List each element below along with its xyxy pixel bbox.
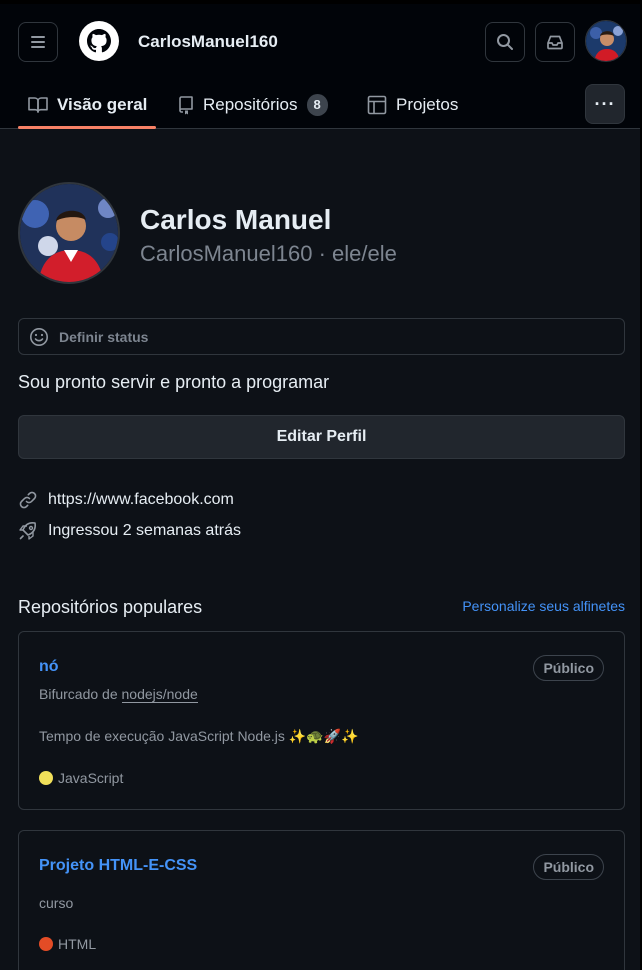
tab-projects[interactable]: Projetos	[367, 80, 458, 129]
inbox-button[interactable]	[535, 22, 575, 62]
website-row[interactable]: https://www.facebook.com	[18, 490, 234, 510]
language-name: JavaScript	[58, 770, 124, 786]
avatar[interactable]	[585, 20, 627, 62]
tab-repositories-label: Repositórios	[203, 94, 298, 114]
tab-projects-label: Projetos	[396, 94, 459, 114]
repo-card: nó Público Bifurcado de nodejs/node Temp…	[18, 631, 625, 810]
profile-name: Carlos Manuel	[140, 204, 332, 235]
customize-pins-link[interactable]: Personalize seus alfinetes	[462, 598, 625, 614]
profile-login-line: CarlosManuel160 · ele/ele	[140, 241, 397, 267]
visibility-badge: Público	[533, 655, 604, 681]
search-button[interactable]	[485, 22, 525, 62]
repo-description: curso	[39, 895, 74, 911]
link-icon	[19, 491, 37, 509]
header-username[interactable]: CarlosManuel160	[138, 32, 278, 52]
profile-login: CarlosManuel160	[140, 241, 313, 266]
website-link[interactable]: https://www.facebook.com	[48, 491, 234, 509]
menu-button[interactable]	[18, 22, 58, 62]
profile-photo	[20, 184, 118, 282]
repo-icon	[179, 95, 193, 114]
forked-from-line: Bifurcado de nodejs/node	[39, 686, 198, 703]
top-header: CarlosManuel160 Visão geral Repositórios…	[0, 4, 640, 129]
rocket-icon	[19, 522, 36, 540]
github-logo[interactable]	[78, 20, 120, 62]
repo-language: HTML	[39, 936, 96, 952]
repo-card: Projeto HTML-E-CSS Público curso HTML	[18, 830, 625, 970]
set-status-button[interactable]: Definir status	[18, 318, 625, 355]
joined-row: Ingressou 2 semanas atrás	[18, 521, 241, 541]
forked-prefix: Bifurcado de	[39, 686, 118, 702]
language-name: HTML	[58, 936, 97, 952]
avatar-image	[586, 21, 626, 61]
forked-source-link[interactable]: nodejs/node	[121, 686, 198, 703]
hamburger-icon	[31, 36, 45, 48]
page: CarlosManuel160 Visão geral Repositórios…	[0, 4, 640, 970]
visibility-badge: Público	[533, 854, 604, 880]
profile-pronouns: ele/ele	[332, 241, 397, 266]
language-color-dot	[39, 771, 53, 785]
book-icon	[28, 96, 48, 113]
profile-avatar[interactable]	[18, 182, 120, 284]
table-icon	[367, 95, 387, 114]
set-status-label: Definir status	[59, 328, 149, 345]
profile-tabs: Visão geral Repositórios 8 Projetos ···	[0, 80, 640, 129]
tab-overview-label: Visão geral	[57, 94, 148, 114]
language-color-dot	[39, 937, 53, 951]
tab-repositories[interactable]: Repositórios 8	[178, 80, 328, 129]
search-icon	[497, 34, 513, 50]
repo-name-link[interactable]: Projeto HTML-E-CSS	[39, 857, 197, 875]
edit-profile-button[interactable]: Editar Perfil	[18, 415, 625, 459]
inbox-icon	[547, 35, 563, 50]
repo-count-badge: 8	[306, 93, 328, 116]
profile-bio: Sou pronto servir e pronto a programar	[18, 372, 330, 392]
separator-dot: ·	[318, 241, 326, 266]
joined-text: Ingressou 2 semanas atrás	[48, 522, 241, 539]
active-tab-indicator	[18, 126, 156, 129]
tab-overview[interactable]: Visão geral	[28, 80, 147, 129]
more-options-button[interactable]: ···	[585, 84, 625, 124]
repo-language: JavaScript	[39, 770, 123, 786]
repo-name-link[interactable]: nó	[39, 658, 59, 676]
popular-repos-title: Repositórios populares	[18, 597, 203, 617]
smiley-icon	[30, 327, 48, 346]
repo-description: Tempo de execução JavaScript Node.js ✨🐢🚀…	[39, 728, 359, 744]
